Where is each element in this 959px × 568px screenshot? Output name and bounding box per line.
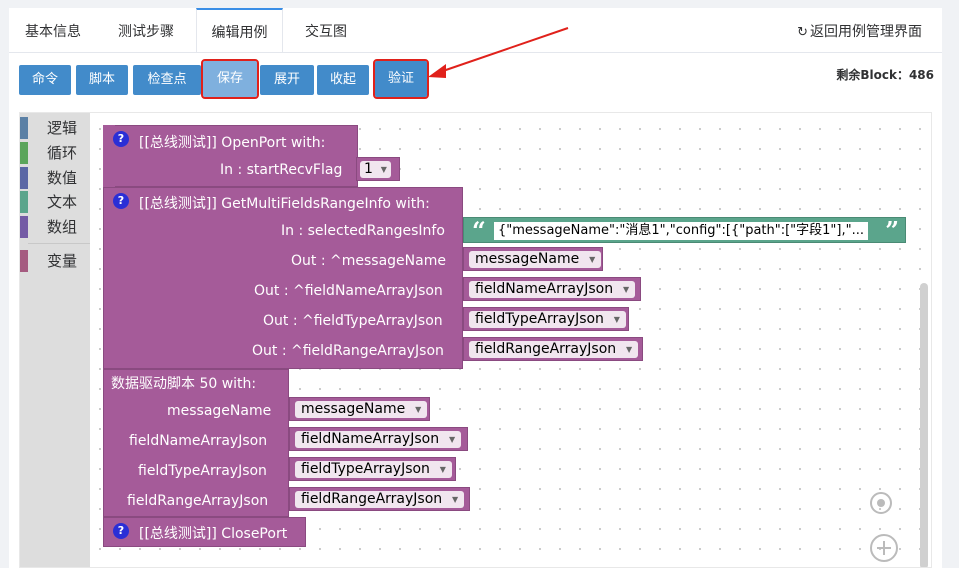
annotation-arrow xyxy=(428,27,569,78)
